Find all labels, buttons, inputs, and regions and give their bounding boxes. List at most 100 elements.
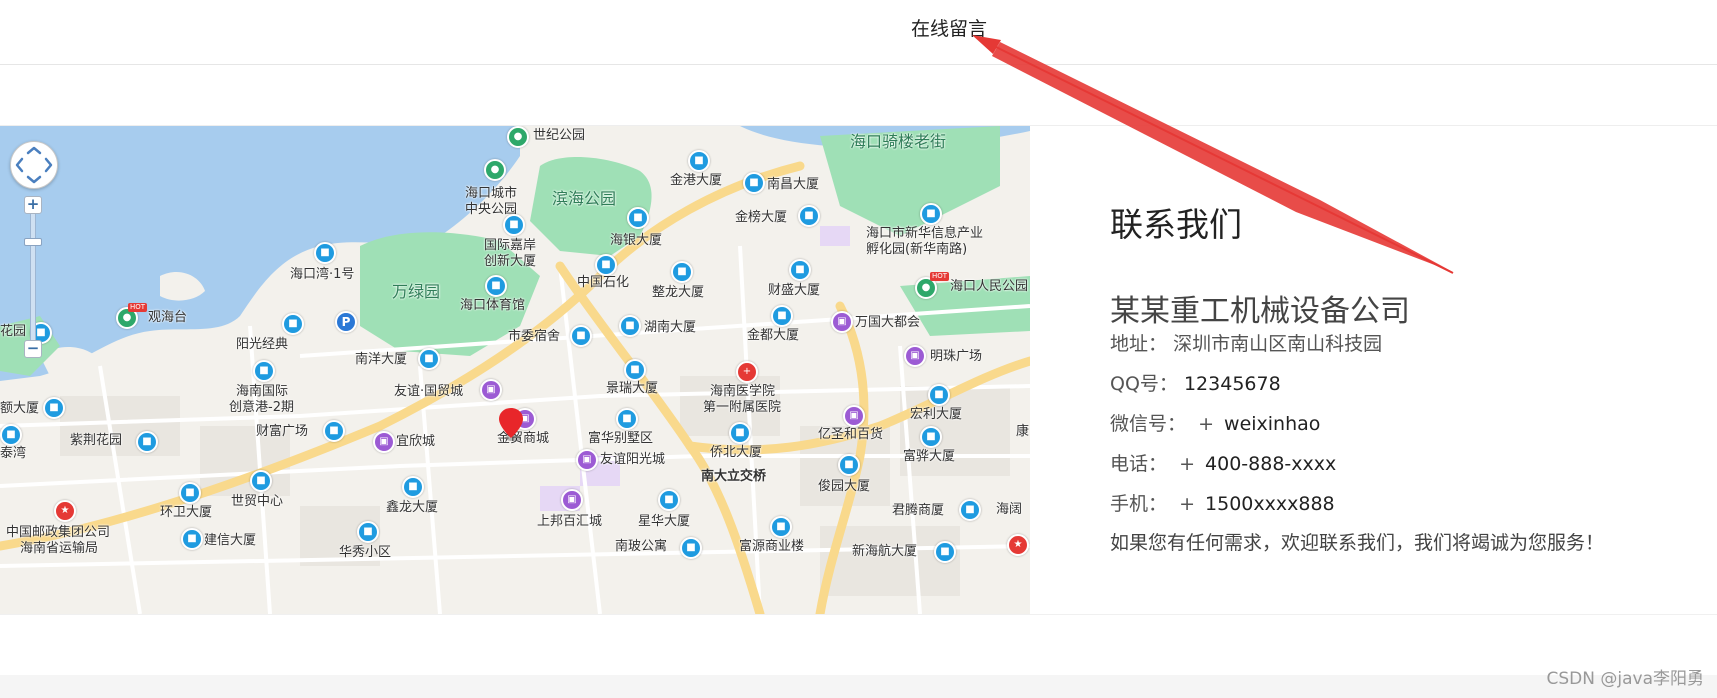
- map-view[interactable]: 世纪公园 海口骑楼老街 海口城市 中央公园 滨海公园 金港大厦 南昌大厦 金榜大…: [0, 126, 1030, 614]
- map-pan-control[interactable]: [10, 141, 58, 189]
- map-label: 万绿园: [392, 282, 441, 301]
- section-spacer: [0, 65, 1717, 126]
- map-label: 康: [1016, 424, 1030, 439]
- map-label: 创意港-2期: [229, 400, 294, 415]
- map-label: 紫荆花园: [70, 433, 123, 448]
- map-label: 海南医学院: [710, 384, 776, 399]
- map-label: 海口城市: [465, 186, 518, 201]
- shopping-pin-icon: ▣: [831, 311, 853, 333]
- qq-value: 12345678: [1183, 373, 1281, 395]
- map-label: 财盛大厦: [768, 283, 821, 298]
- map-label: 星华大厦: [638, 514, 691, 529]
- map-label: 南昌大厦: [767, 177, 820, 192]
- map-label: 财富广场: [256, 424, 309, 439]
- map-label: 国际嘉岸: [484, 238, 537, 253]
- plus-icon: +: [1179, 493, 1195, 515]
- building-pin-icon: ■: [181, 528, 203, 550]
- pan-arrows-icon: [15, 146, 53, 184]
- building-pin-icon: ■: [671, 261, 693, 283]
- building-pin-icon: ■: [314, 242, 336, 264]
- building-pin-icon: ■: [789, 259, 811, 281]
- map-label: 富源商业楼: [739, 539, 805, 554]
- shopping-pin-icon: ▣: [904, 345, 926, 367]
- qq-label: QQ号：: [1110, 373, 1178, 395]
- hot-badge: HOT: [128, 303, 148, 312]
- wechat-label: 微信号：: [1110, 413, 1187, 435]
- building-pin-icon: ■: [920, 203, 942, 225]
- map-label: 海口人民公园: [950, 279, 1029, 294]
- map-zoom-slider[interactable]: + −: [24, 196, 42, 358]
- zoom-track[interactable]: [30, 214, 36, 340]
- place-pin-icon: ★: [1007, 534, 1029, 556]
- map-label: 市委宿舍: [508, 329, 561, 344]
- building-pin-icon: ■: [616, 408, 638, 430]
- map-label: 海阔: [996, 502, 1023, 517]
- zoom-handle[interactable]: [24, 238, 42, 246]
- map-label: 南大立交桥: [701, 469, 767, 484]
- stadium-pin-icon: ■: [485, 275, 507, 297]
- building-pin-icon: ■: [357, 521, 379, 543]
- map-label: 富华别墅区: [588, 431, 654, 446]
- map-label: 华秀小区: [339, 545, 392, 560]
- building-pin-icon: ■: [627, 207, 649, 229]
- map-label: 中国石化: [577, 275, 630, 290]
- building-pin-icon: ■: [934, 541, 956, 563]
- map-label: 海口骑楼老街: [850, 132, 947, 151]
- building-pin-icon: ■: [959, 499, 981, 521]
- map-label: 景瑞大厦: [606, 381, 659, 396]
- building-pin-icon: ■: [619, 315, 641, 337]
- map-label: 君腾商厦: [892, 503, 945, 518]
- zoom-out-button[interactable]: −: [24, 340, 42, 358]
- map-label: 阳光经典: [236, 337, 289, 352]
- map-label: 海南国际: [236, 384, 289, 399]
- map-label: 万国大都会: [855, 315, 921, 330]
- map-label: 新海航大厦: [852, 544, 918, 559]
- building-pin-icon: ■: [402, 476, 424, 498]
- hospital-pin-icon: +: [736, 361, 758, 383]
- building-pin-icon: ■: [624, 359, 646, 381]
- building-pin-icon: ■: [920, 426, 942, 448]
- building-pin-icon: ■: [658, 489, 680, 511]
- map-label: 金港大厦: [670, 173, 723, 188]
- map-label: 海口湾·1号: [290, 267, 355, 282]
- mobile-value: 1500xxxx888: [1205, 493, 1335, 515]
- footer-strip: [0, 675, 1717, 698]
- map-label: 金榜大厦: [735, 210, 788, 225]
- map-label: 友谊阳光城: [600, 452, 666, 467]
- map-label: 滨海公园: [552, 189, 617, 208]
- address-value: 深圳市南山区南山科技园: [1173, 333, 1383, 355]
- shopping-pin-icon: ▣: [561, 489, 583, 511]
- zoom-in-button[interactable]: +: [24, 196, 42, 214]
- wechat-value: weixinhao: [1224, 413, 1321, 435]
- map-label: 中国邮政集团公司: [6, 525, 111, 540]
- map-label: 俊园大厦: [818, 479, 871, 494]
- map-label: 整龙大厦: [652, 285, 705, 300]
- map-label: 观海台: [148, 310, 188, 325]
- map-label: 金都大厦: [747, 328, 800, 343]
- map-label: 亿圣和百货: [818, 427, 884, 442]
- shopping-pin-icon: ▣: [373, 431, 395, 453]
- building-pin-icon: ■: [136, 431, 158, 453]
- map-label: 明珠广场: [930, 349, 983, 364]
- top-nav-bar: 在线留言: [0, 0, 1717, 65]
- building-pin-icon: ■: [323, 420, 345, 442]
- wechat-row: 微信号： + weixinhao: [1110, 409, 1320, 436]
- map-label: 花园: [0, 324, 27, 339]
- hot-badge: HOT: [930, 272, 950, 281]
- shopping-pin-icon: ▣: [843, 405, 865, 427]
- online-message-link[interactable]: 在线留言: [911, 14, 987, 41]
- building-pin-icon: ■: [0, 424, 22, 446]
- map-label: 孵化园(新华南路): [866, 242, 968, 257]
- shopping-pin-icon: ▣: [480, 379, 502, 401]
- map-label: 鑫龙大厦: [386, 500, 439, 515]
- building-pin-icon: ■: [250, 470, 272, 492]
- building-pin-icon: ■: [43, 397, 65, 419]
- map-label: 湖南大厦: [644, 320, 697, 335]
- building-pin-icon: ■: [418, 348, 440, 370]
- plus-icon: +: [1179, 453, 1195, 475]
- phone-value: 400-888-xxxx: [1205, 453, 1337, 475]
- section-spacer: [0, 614, 1717, 676]
- mobile-label: 手机：: [1110, 493, 1168, 515]
- shopping-pin-icon: ▣: [576, 449, 598, 471]
- location-marker-icon[interactable]: [498, 407, 524, 441]
